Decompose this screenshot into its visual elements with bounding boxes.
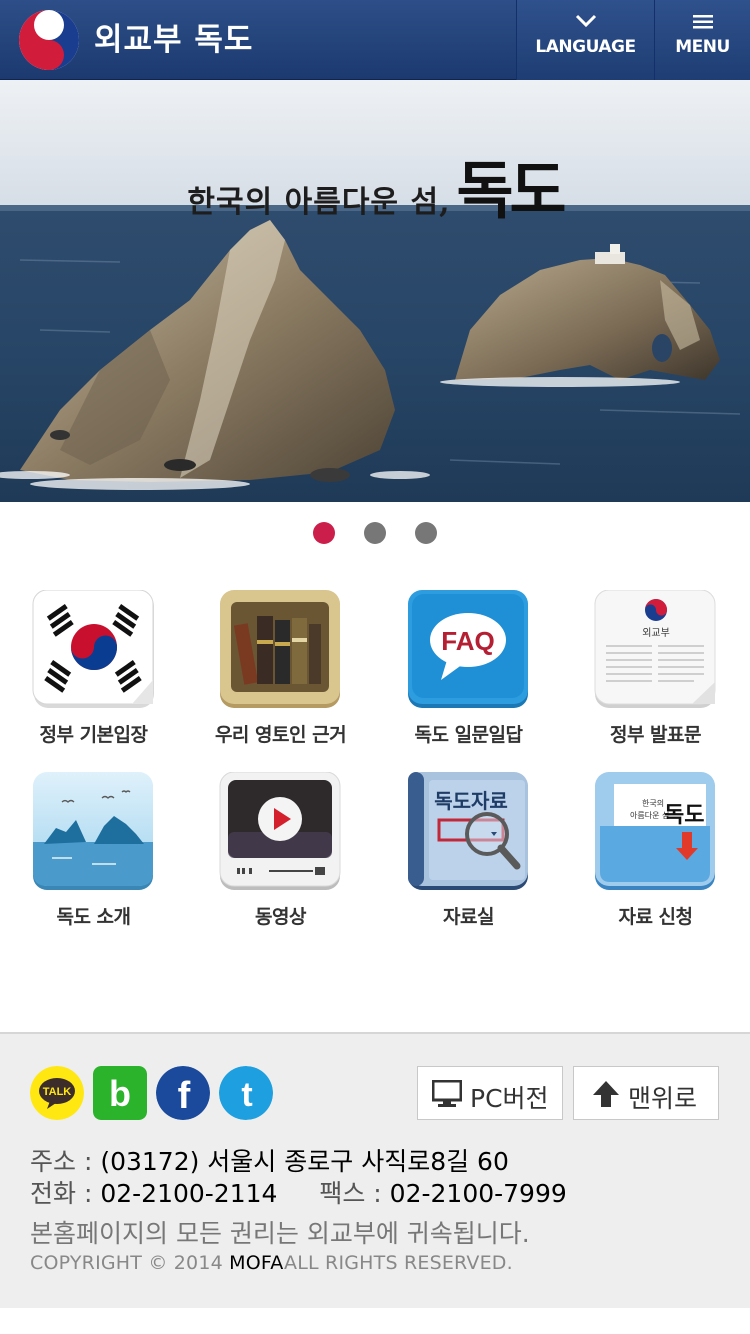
hero-banner[interactable]: 한국의 아름다운 섬,독도 — [0, 80, 750, 502]
menu-item-label: 동영상 — [255, 906, 306, 928]
monitor-icon — [432, 1080, 462, 1107]
slide-pager — [0, 522, 750, 548]
archive-search-icon: 독도자료 — [408, 772, 528, 890]
pager-dot-1[interactable] — [312, 522, 335, 544]
hero-caption-main: 독도 — [456, 154, 567, 227]
rights-notice: 본홈페이지의 모든 권리는 외교부에 귀속됩니다. — [30, 1219, 530, 1248]
menu-label: MENU — [675, 37, 730, 57]
menu-item-label: 독도 소개 — [56, 906, 131, 928]
copyright-suffix: ALL RIGHTS RESERVED. — [284, 1252, 513, 1274]
menu-item-label: 정부 발표문 — [609, 724, 702, 746]
site-title[interactable]: 외교부 독도 — [94, 18, 253, 62]
video-play-icon — [219, 772, 341, 890]
hero-caption-prefix: 한국의 아름다운 섬, — [187, 185, 451, 220]
menu-item-label: 자료실 — [443, 906, 494, 928]
footer: TALK b f t PC버전 맨위로 주소 : (03172) 서울시 종로구… — [0, 1032, 750, 1308]
fax-value: 02-2100-7999 — [389, 1179, 567, 1208]
faq-text: FAQ — [441, 626, 494, 656]
folder-request-icon: 한국의 아름다운 섬 독도 — [595, 772, 715, 890]
fax-key: 팩스 : — [319, 1179, 382, 1208]
document-header-text: 외교부 — [642, 627, 670, 639]
archive-title-text: 독도자료 — [434, 789, 508, 813]
taegeuk-logo-icon[interactable] — [18, 9, 80, 71]
faq-icon: FAQ — [408, 590, 528, 708]
menu-button[interactable]: MENU — [654, 0, 750, 80]
copyright: COPYRIGHT © 2014 MOFAALL RIGHTS RESERVED… — [30, 1252, 513, 1274]
document-icon: 외교부 — [594, 590, 716, 708]
menu-item-label: 독도 일문일답 — [414, 724, 524, 746]
address-line: 주소 : (03172) 서울시 종로구 사직로8길 60 — [30, 1142, 509, 1178]
hero-caption: 한국의 아름다운 섬,독도 — [0, 140, 750, 230]
arrow-up-icon — [593, 1081, 619, 1107]
facebook-icon[interactable]: f — [156, 1066, 210, 1120]
pc-version-label: PC버전 — [470, 1084, 549, 1113]
menu-item-label: 자료 신청 — [618, 906, 693, 928]
phone-value[interactable]: 02-2100-2114 — [100, 1179, 277, 1208]
back-to-top-button[interactable]: 맨위로 — [573, 1066, 719, 1120]
band-label: b — [109, 1073, 131, 1114]
menu-item-label: 정부 기본입장 — [39, 724, 149, 746]
copyright-org: MOFA — [229, 1252, 285, 1274]
kakaotalk-label: TALK — [43, 1086, 72, 1098]
svg-text:한국의: 한국의 — [642, 798, 664, 808]
hamburger-icon — [693, 15, 713, 29]
language-label: LANGUAGE — [535, 37, 636, 57]
pager-dot-3[interactable] — [415, 522, 438, 544]
menu-item-label: 우리 영토인 근거 — [214, 724, 347, 746]
back-to-top-label: 맨위로 — [628, 1084, 698, 1113]
dokdo-island-icon — [33, 772, 153, 890]
pager-dot-2[interactable] — [364, 522, 386, 544]
twitter-icon[interactable]: t — [219, 1066, 273, 1120]
top-header: 외교부 독도 LANGUAGE MENU — [0, 0, 750, 80]
band-icon[interactable]: b — [93, 1066, 147, 1120]
phone-key: 전화 : — [30, 1179, 93, 1208]
kakaotalk-icon[interactable]: TALK — [30, 1066, 84, 1120]
twitter-label: t — [241, 1076, 252, 1114]
chevron-down-icon — [575, 14, 597, 28]
svg-text:독도: 독도 — [664, 802, 704, 828]
pc-version-button[interactable]: PC버전 — [417, 1066, 563, 1120]
address-value: (03172) 서울시 종로구 사직로8길 60 — [100, 1147, 509, 1176]
korean-flag-icon — [32, 590, 154, 708]
address-key: 주소 : — [30, 1147, 93, 1176]
facebook-label: f — [178, 1075, 191, 1117]
language-button[interactable]: LANGUAGE — [516, 0, 654, 80]
books-icon — [220, 590, 340, 708]
contact-line: 전화 : 02-2100-2114 팩스 : 02-2100-7999 — [30, 1174, 567, 1210]
copyright-prefix: COPYRIGHT © 2014 — [30, 1252, 223, 1274]
